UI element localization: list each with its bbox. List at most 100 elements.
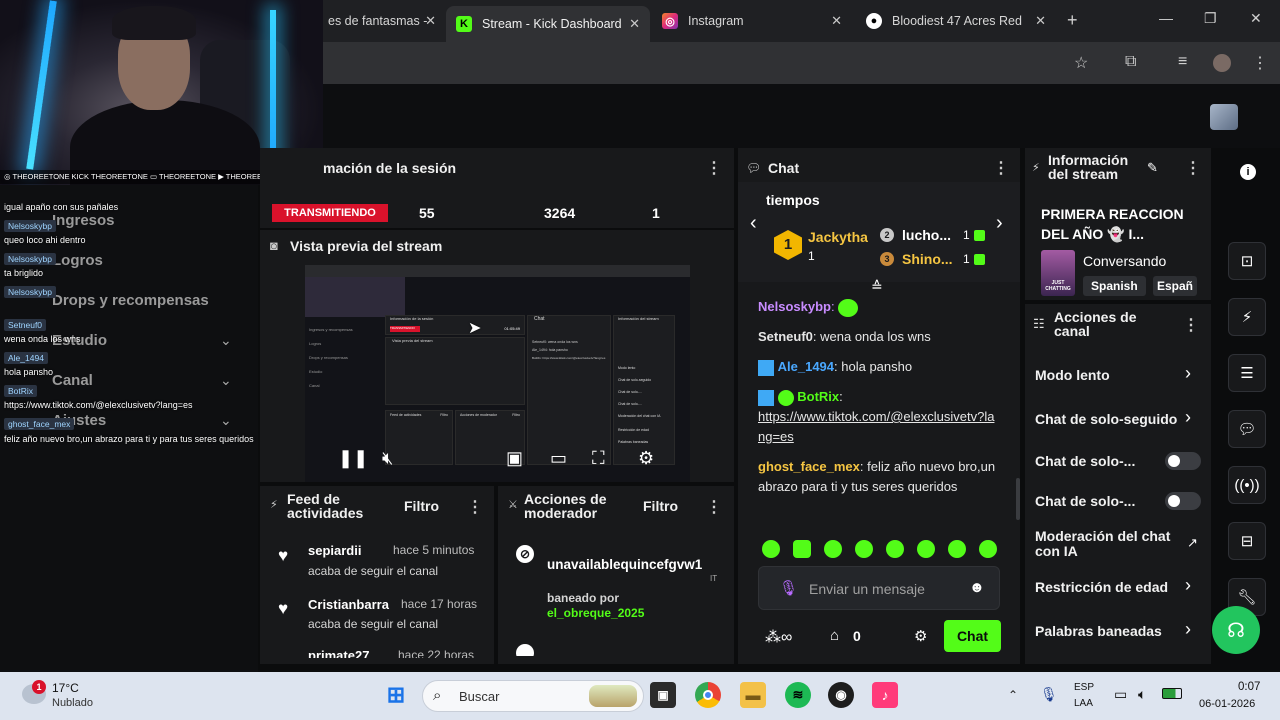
spotify-icon[interactable]: ≋	[785, 682, 811, 708]
more-options-icon[interactable]: ⋮	[1185, 158, 1201, 178]
feed-user[interactable]: Cristianbarra	[308, 597, 389, 612]
chevron-right-icon[interactable]: ›	[1185, 363, 1191, 384]
toggle-switch[interactable]	[1165, 452, 1201, 470]
more-options-icon[interactable]: ⋮	[993, 158, 1009, 178]
tag-spanish[interactable]: Spanish	[1083, 276, 1146, 296]
taskbar-search[interactable]: ⌕ Buscar	[422, 680, 644, 712]
tab-kick-dashboard[interactable]: K Stream - Kick Dashboard ✕	[446, 6, 650, 42]
rail-layout-button[interactable]: ⊟	[1228, 522, 1266, 560]
emote-icon[interactable]	[855, 540, 873, 558]
collapse-icon[interactable]: ≙	[871, 278, 883, 295]
window-close-button[interactable]: ✕	[1250, 10, 1262, 27]
feed-filter-button[interactable]: Filtro	[404, 498, 439, 514]
weather-temp[interactable]: 17°C	[52, 681, 79, 695]
channel-avatar[interactable]	[1210, 104, 1238, 130]
action-slow-mode[interactable]: Modo lento	[1035, 367, 1110, 383]
send-chat-button[interactable]: Chat	[944, 620, 1001, 652]
task-view-icon[interactable]: ▣	[650, 682, 676, 708]
chevron-down-icon[interactable]: ⌄	[220, 332, 232, 349]
points-icon[interactable]: ⁂∞	[765, 627, 792, 647]
chat-scrollbar[interactable]	[1016, 478, 1020, 520]
close-icon[interactable]: ✕	[831, 13, 842, 29]
tray-expand-icon[interactable]: ⌃	[1008, 688, 1018, 702]
shop-icon[interactable]: ⌂	[830, 627, 839, 644]
chat-username[interactable]: Nelsoskybp	[758, 299, 831, 314]
next-icon[interactable]: ›	[996, 212, 1003, 235]
minimize-button[interactable]: —	[1159, 10, 1173, 26]
tag-espanol[interactable]: Españ	[1153, 276, 1197, 296]
more-options-icon[interactable]: ⋮	[706, 497, 722, 517]
rail-broadcast-button[interactable]: ((•))	[1228, 466, 1266, 504]
action-followers-only[interactable]: Chat de solo-seguido	[1035, 411, 1179, 427]
volume-icon[interactable]: 🔈︎	[1138, 686, 1146, 703]
extensions-icon[interactable]: ⧉	[1125, 53, 1136, 71]
mute-icon[interactable]: 🔇︎	[382, 448, 393, 469]
feed-user[interactable]: sepiardii	[308, 543, 361, 558]
rail-scan-button[interactable]: ⊡	[1228, 242, 1266, 280]
top-user[interactable]: Jackytha	[808, 229, 868, 245]
windows-start-icon[interactable]: ⊞	[383, 682, 409, 708]
chat-username[interactable]: Setneuf0	[758, 329, 813, 344]
mod-filter-button[interactable]: Filtro	[643, 498, 678, 514]
profile-avatar[interactable]	[1213, 54, 1231, 72]
emote-icon[interactable]	[948, 540, 966, 558]
more-options-icon[interactable]: ⋮	[706, 158, 722, 178]
media-control-icon[interactable]: ≡	[1178, 53, 1187, 71]
chat-username[interactable]: BotRix	[797, 389, 839, 404]
microphone-tray-icon[interactable]: 🎙︎	[1040, 686, 1058, 703]
emote-icon[interactable]	[886, 540, 904, 558]
action-ai-moderation[interactable]: Moderación del chat con IA	[1035, 529, 1175, 559]
mod-target-user[interactable]: unavailablequincefgvw1	[547, 557, 702, 572]
chat-settings-icon[interactable]: ⚙	[914, 627, 927, 645]
close-icon[interactable]: ✕	[629, 16, 640, 32]
mod-by-user[interactable]: el_obreque_2025	[547, 606, 644, 620]
chevron-down-icon[interactable]: ⌄	[220, 412, 232, 429]
rail-notes-button[interactable]: ☰	[1228, 354, 1266, 392]
theater-icon[interactable]: ▭	[550, 448, 567, 469]
tab-bloodiest[interactable]: ● Bloodiest 47 Acres Redux ✕	[856, 6, 1056, 36]
chevron-right-icon[interactable]: ›	[1185, 407, 1191, 428]
chat-link[interactable]: https://www.tiktok.com/@elexclusivetv?la…	[758, 409, 994, 444]
emote-icon[interactable]	[793, 540, 811, 558]
new-tab-button[interactable]: +	[1067, 10, 1078, 31]
more-options-icon[interactable]: ⋮	[467, 497, 483, 517]
emote-icon[interactable]	[979, 540, 997, 558]
prev-icon[interactable]: ‹	[750, 212, 757, 235]
toggle-switch[interactable]	[1165, 492, 1201, 510]
clock-time[interactable]: 0:07	[1238, 681, 1260, 693]
chat-username[interactable]: Ale_1494	[778, 359, 834, 374]
network-icon[interactable]: ▭	[1114, 686, 1127, 703]
support-headset-button[interactable]: ☊	[1212, 606, 1260, 654]
tab-fantasmas[interactable]: es de fantasmas - ✕	[318, 6, 446, 36]
file-explorer-icon[interactable]: ▬	[740, 682, 766, 708]
top-user[interactable]: lucho...	[902, 227, 951, 243]
battery-icon[interactable]	[1162, 688, 1182, 699]
tab-instagram[interactable]: ◎ Instagram ✕	[652, 6, 852, 36]
chevron-down-icon[interactable]: ⌄	[220, 372, 232, 389]
close-icon[interactable]: ✕	[425, 13, 436, 29]
action-banned-words[interactable]: Palabras baneadas	[1035, 623, 1162, 639]
fullscreen-icon[interactable]: ⛶	[592, 448, 605, 469]
top-user[interactable]: Shino...	[902, 251, 953, 267]
emote-icon[interactable]	[917, 540, 935, 558]
chevron-right-icon[interactable]: ›	[1185, 575, 1191, 596]
obs-icon[interactable]: ◉	[828, 682, 854, 708]
rail-lightning-button[interactable]: ⚡︎	[1228, 298, 1266, 336]
sidebar-item-logros[interactable]: Logros	[52, 252, 103, 269]
info-icon[interactable]: i	[1240, 164, 1256, 180]
language-primary[interactable]: ESP	[1074, 682, 1094, 693]
chat-username[interactable]: ghost_face_mex	[758, 459, 860, 474]
emoji-icon[interactable]: ☻	[969, 579, 985, 596]
sidebar-item-ingresos[interactable]: Ingresos	[52, 212, 115, 229]
tiktok-live-icon[interactable]: ♪	[872, 682, 898, 708]
rail-chat-button[interactable]: 💬︎	[1228, 410, 1266, 448]
emote-icon[interactable]	[762, 540, 780, 558]
feed-user[interactable]: primate27	[308, 648, 369, 658]
sidebar-item-drops[interactable]: Drops y recompensas	[52, 292, 209, 309]
category-name[interactable]: Conversando	[1083, 253, 1166, 269]
microphone-icon[interactable]: 🎙︎	[779, 579, 798, 597]
close-icon[interactable]: ✕	[1035, 13, 1046, 29]
more-options-icon[interactable]: ⋮	[1183, 315, 1199, 335]
chat-message-input[interactable]: 🎙︎ Enviar un mensaje ☻	[758, 566, 1000, 610]
emote-icon[interactable]	[824, 540, 842, 558]
